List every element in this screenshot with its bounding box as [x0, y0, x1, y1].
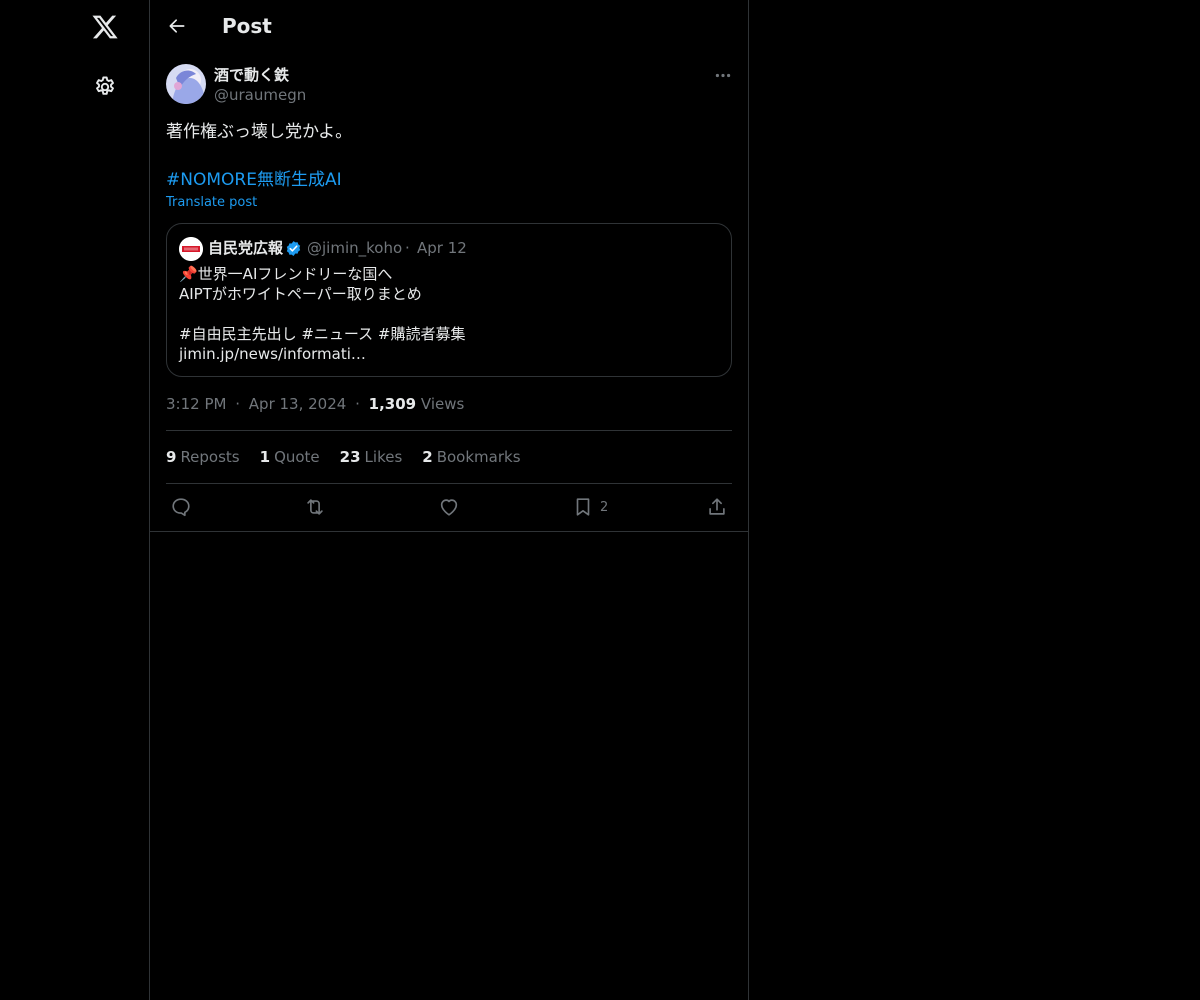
arrow-left-icon [169, 19, 185, 33]
back-button[interactable] [162, 11, 192, 41]
repost-button[interactable] [304, 494, 326, 520]
separator-dot: · [355, 395, 360, 413]
bookmarks-stat[interactable]: 2 Bookmarks [422, 447, 520, 467]
author-name[interactable]: 酒で動く鉄 [214, 65, 289, 85]
left-navigation [0, 0, 150, 1000]
post-time[interactable]: 3:12 PM [166, 395, 226, 413]
quoted-post-date: Apr 12 [417, 239, 467, 257]
repost-icon [307, 499, 323, 515]
divider [166, 430, 732, 431]
views-label: Views [420, 395, 465, 413]
quoted-text-line: 📌世界一AIフレンドリーな国へ [179, 265, 393, 283]
engagement-stats: 9 Reposts 1 Quote 23 Likes 2 Bookmarks [166, 447, 521, 467]
divider [150, 531, 748, 532]
author-handle[interactable]: @uraumegn [214, 85, 306, 105]
reposts-stat[interactable]: 9 Reposts [166, 447, 240, 467]
likes-stat[interactable]: 23 Likes [340, 447, 403, 467]
quoted-author-handle: @jimin_koho [307, 239, 403, 257]
quotes-stat[interactable]: 1 Quote [260, 447, 320, 467]
hashtag-link[interactable]: #NOMORE無断生成AI [166, 168, 342, 192]
heart-icon [440, 499, 458, 516]
reply-icon [172, 498, 190, 517]
quoted-post[interactable]: 自民党広報 @jimin_koho · Apr 12 📌世界一AIフレンドリーな… [166, 223, 732, 377]
bookmark-button[interactable]: 2 [572, 494, 608, 520]
post-header: Post [150, 0, 748, 53]
more-options-button[interactable] [710, 65, 736, 85]
bookmark-count: 2 [600, 499, 609, 515]
verified-badge-icon [285, 240, 302, 257]
post-metadata: 3:12 PM · Apr 13, 2024 · 1,309 Views [166, 394, 464, 414]
bookmark-icon [576, 498, 590, 516]
quoted-author-name: 自民党広報 [208, 239, 284, 257]
quoted-text-line: #自由民主先出し #ニュース #購読者募集 [179, 325, 466, 343]
post-text: 著作権ぶっ壊し党かよ。 [166, 122, 353, 142]
like-button[interactable] [438, 494, 460, 520]
x-logo-icon[interactable] [83, 5, 127, 49]
quoted-text-line: AIPTがホワイトペーパー取りまとめ [179, 285, 422, 303]
avatar[interactable] [166, 64, 206, 104]
gear-icon[interactable] [83, 65, 127, 109]
divider [166, 483, 732, 484]
views-count: 1,309 [368, 395, 417, 413]
reply-button[interactable] [170, 494, 192, 520]
quoted-link-text: jimin.jp/news/informati… [179, 345, 366, 363]
separator-dot: · [405, 239, 410, 257]
page-title: Post [222, 14, 272, 38]
quoted-avatar [179, 237, 203, 261]
translate-post-link[interactable]: Translate post [166, 194, 257, 212]
post-date[interactable]: Apr 13, 2024 [249, 395, 347, 413]
share-button[interactable] [706, 494, 728, 520]
post-column: Post 酒で動く鉄 @uraumegn 著作権ぶっ壊し党かよ。 #NOMORE… [149, 0, 749, 1000]
more-icon [715, 73, 731, 77]
separator-dot: · [235, 395, 241, 413]
share-icon [709, 498, 725, 515]
